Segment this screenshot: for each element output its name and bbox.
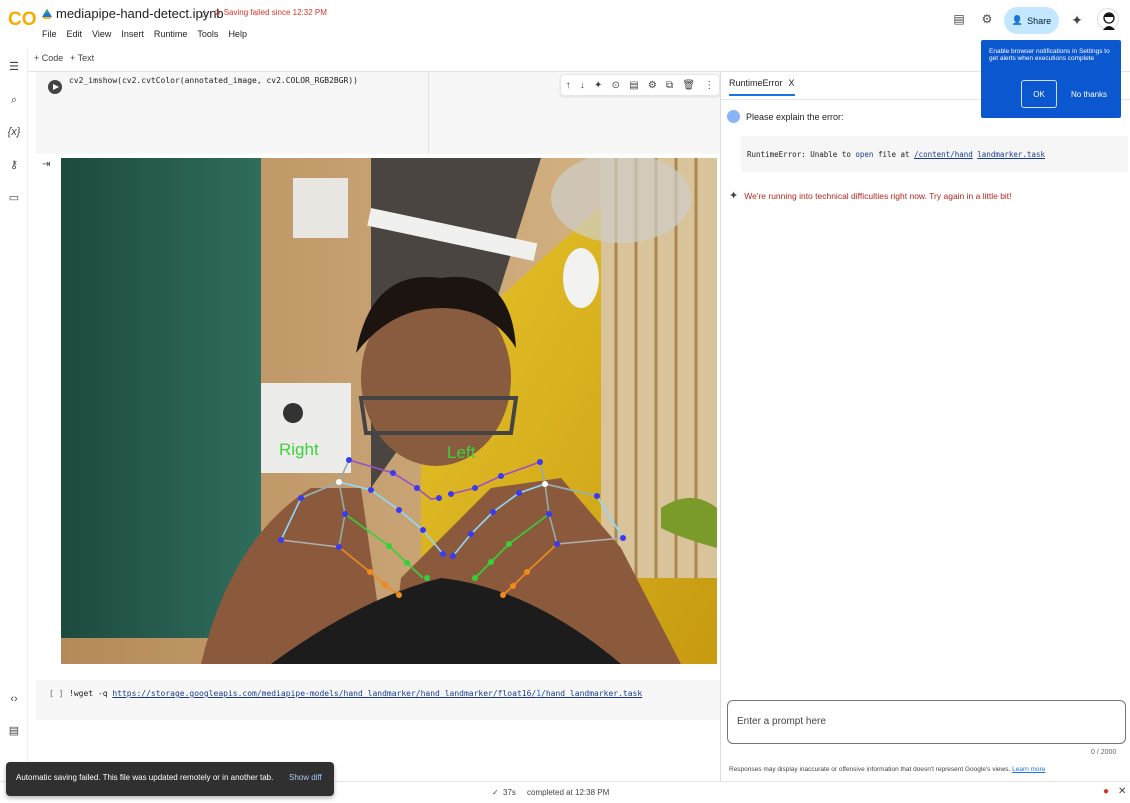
user-message: Please explain the error:: [727, 110, 844, 123]
variables-icon[interactable]: {x}: [7, 125, 21, 139]
menu-help[interactable]: Help: [228, 29, 247, 39]
gemini-panel: RuntimeError X Please explain the error:…: [721, 72, 1130, 781]
add-text-button[interactable]: + Text: [70, 53, 94, 63]
cloud-off-icon: ⊘: [214, 8, 221, 17]
person-icon: 👤: [1011, 15, 1024, 25]
tab-runtime-error[interactable]: RuntimeError X: [729, 78, 795, 96]
files-folder-icon[interactable]: ▭: [7, 191, 21, 205]
avatar[interactable]: [1097, 8, 1119, 30]
move-up-icon[interactable]: ↑: [566, 80, 571, 91]
run-cell-button[interactable]: [48, 80, 62, 94]
menu-view[interactable]: View: [92, 29, 111, 39]
menu-edit[interactable]: Edit: [67, 29, 83, 39]
code-snippets-icon[interactable]: ‹›: [7, 692, 21, 706]
notebook-area: cv2_imshow(cv2.cvtColor(annotated_image,…: [28, 72, 720, 781]
drive-icon: [42, 8, 52, 19]
settings-gear-icon[interactable]: ⚙: [979, 12, 995, 28]
menu-insert[interactable]: Insert: [121, 29, 144, 39]
hand-label-right: Right: [279, 440, 319, 459]
error-path-link[interactable]: /content/hand: [914, 150, 973, 159]
settings-gear-icon[interactable]: ⚙: [648, 80, 657, 91]
cell-code[interactable]: cv2_imshow(cv2.cvtColor(annotated_image,…: [69, 76, 358, 85]
cell-divider: [428, 72, 429, 154]
table-of-contents-icon[interactable]: ☰: [7, 60, 21, 74]
top-bar: CO mediapipe-hand-detect.ipynb ☆ ⊘ Savin…: [0, 0, 1130, 46]
menu-tools[interactable]: Tools: [197, 29, 218, 39]
output-image: Right Left: [61, 158, 717, 664]
move-down-icon[interactable]: ↓: [580, 80, 585, 91]
find-icon[interactable]: ⌕: [7, 93, 21, 107]
delete-icon[interactable]: 🗑: [682, 80, 695, 91]
completed-time[interactable]: completed at 12:38 PM: [527, 788, 609, 797]
check-icon: ✓: [492, 788, 499, 797]
code-cell[interactable]: cv2_imshow(cv2.cvtColor(annotated_image,…: [36, 72, 720, 154]
left-rail: ☰ ⌕ {x} ⚷ ▭ ‹› ▤: [0, 46, 28, 781]
learn-more-link[interactable]: Learn more: [1012, 766, 1045, 773]
comments-icon[interactable]: ▤: [951, 12, 967, 28]
gemini-sparkle-icon: ✦: [729, 190, 739, 202]
comment-icon[interactable]: ▤: [629, 80, 638, 91]
secrets-key-icon[interactable]: ⚷: [7, 158, 21, 172]
notebook-title-area: mediapipe-hand-detect.ipynb: [42, 6, 224, 21]
elapsed-time: 37s: [503, 788, 516, 797]
close-icon[interactable]: ✕: [1118, 786, 1126, 797]
menu-runtime[interactable]: Runtime: [154, 29, 188, 39]
model-url-link[interactable]: https://storage.googleapis.com/mediapipe…: [112, 689, 642, 698]
code-cell[interactable]: [ ] !wget -q https://storage.googleapis.…: [36, 680, 720, 720]
star-icon[interactable]: ☆: [199, 7, 210, 21]
recording-dot-icon: ●: [1103, 786, 1110, 797]
gemini-reply: ✦ We're running into technical difficult…: [729, 190, 1012, 202]
save-failed-toast: Automatic saving failed. This file was u…: [6, 762, 334, 796]
hand-label-left: Left: [447, 443, 476, 462]
cell-toolbar: ↑ ↓ ✦ ⊙ ▤ ⚙ ⧉ 🗑 ⋮: [560, 74, 720, 96]
error-code-block: RuntimeError: Unable to open file at /co…: [741, 136, 1128, 172]
mirror-cell-icon[interactable]: ⧉: [666, 80, 673, 91]
close-icon[interactable]: X: [789, 78, 795, 88]
menu-bar: File Edit View Insert Runtime Tools Help: [42, 29, 247, 39]
gemini-sparkle-icon[interactable]: ✦: [594, 80, 602, 91]
save-status[interactable]: ⊘ Saving failed since 12:32 PM: [214, 8, 327, 17]
notification-popup: Enable browser notifications in Settings…: [981, 40, 1121, 118]
cell-code[interactable]: !wget -q https://storage.googleapis.com/…: [69, 689, 642, 698]
share-button[interactable]: 👤 Share: [1004, 7, 1059, 34]
show-diff-button[interactable]: Show diff: [289, 773, 322, 782]
command-palette-icon[interactable]: ▤: [7, 724, 21, 738]
output-actions-icon[interactable]: ⇥: [42, 159, 50, 170]
char-counter: 0 / 2000: [1091, 749, 1117, 756]
user-avatar-icon: [727, 110, 740, 123]
no-thanks-button[interactable]: No thanks: [1071, 90, 1107, 99]
disclaimer: Responses may display inaccurate or offe…: [729, 766, 1046, 773]
link-icon[interactable]: ⊙: [612, 80, 620, 91]
add-code-button[interactable]: + Code: [34, 53, 63, 63]
more-options-icon[interactable]: ⋮: [704, 80, 714, 91]
gemini-sparkle-icon[interactable]: ✦: [1069, 12, 1085, 28]
colab-logo[interactable]: CO: [8, 7, 36, 29]
ok-button[interactable]: OK: [1021, 80, 1057, 108]
run-cell-button[interactable]: [ ]: [49, 689, 63, 698]
error-path-link[interactable]: landmarker.task: [977, 150, 1045, 159]
hand-landmark-photo: Right Left: [61, 158, 717, 664]
svg-text:CO: CO: [8, 9, 36, 29]
prompt-input[interactable]: Enter a prompt here: [727, 700, 1126, 744]
notebook-toolbar: + Code + Text: [0, 46, 1130, 72]
notification-text: Enable browser notifications in Settings…: [989, 48, 1110, 62]
menu-file[interactable]: File: [42, 29, 57, 39]
